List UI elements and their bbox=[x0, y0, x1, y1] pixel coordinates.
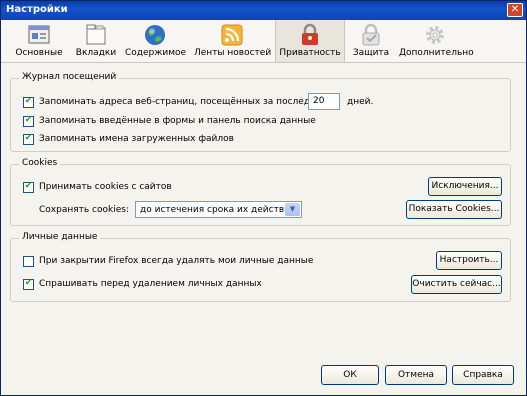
tab-advanced[interactable]: Дополнительно bbox=[399, 20, 474, 62]
days-label: дней. bbox=[347, 97, 374, 107]
remember-pages-checkbox[interactable]: ✔ bbox=[23, 96, 34, 108]
privacy-icon bbox=[302, 23, 318, 45]
history-group: Журнал посещений ✔ Запоминать адреса веб… bbox=[10, 72, 511, 152]
check-mark-icon: ✔ bbox=[24, 278, 33, 288]
tab-privacy[interactable]: Приватность bbox=[275, 20, 345, 62]
remember-forms-label: Запоминать введённые в формы и панель по… bbox=[39, 116, 316, 126]
close-button[interactable]: ✕ bbox=[507, 3, 523, 17]
cookies-legend: Cookies bbox=[19, 158, 61, 168]
tab-content[interactable]: Содержимое bbox=[125, 20, 187, 62]
remember-downloads-checkbox[interactable]: ✔ bbox=[23, 133, 34, 145]
private-data-settings-button[interactable]: Настроить... bbox=[436, 251, 502, 270]
clear-on-close-label: При закрытии Firefox всегда удалять мои … bbox=[39, 256, 314, 266]
check-mark-icon: ✔ bbox=[24, 133, 33, 143]
tab-general[interactable]: Основные bbox=[11, 20, 67, 62]
advanced-icon bbox=[426, 26, 444, 44]
remember-forms-checkbox[interactable]: ✔ bbox=[23, 115, 34, 127]
tab-advanced-label: Дополнительно bbox=[399, 48, 474, 58]
show-cookies-button[interactable]: Показать Cookies... bbox=[406, 200, 502, 219]
accept-cookies-label: Принимать cookies с сайтов bbox=[39, 182, 172, 192]
clear-on-close-checkbox[interactable] bbox=[23, 256, 34, 267]
tab-tabs-label: Вкладки bbox=[75, 48, 117, 58]
accept-cookies-checkbox[interactable]: ✔ bbox=[23, 181, 34, 193]
check-mark-icon: ✔ bbox=[24, 181, 33, 191]
keep-cookies-select[interactable]: до истечения срока их действия ▼ bbox=[135, 201, 302, 218]
tab-feeds-label: Ленты новостей bbox=[194, 48, 272, 58]
tabs-icon bbox=[86, 24, 106, 45]
settings-window: Настройки ✕ Основные Вкладки Содержимое … bbox=[0, 0, 527, 396]
settings-toolbar: Основные Вкладки Содержимое Ленты новост… bbox=[1, 20, 526, 63]
feeds-icon bbox=[221, 24, 243, 46]
content-icon bbox=[145, 25, 165, 45]
general-icon bbox=[28, 25, 50, 44]
tab-feeds[interactable]: Ленты новостей bbox=[194, 20, 272, 62]
title-bar: Настройки ✕ bbox=[1, 1, 526, 20]
help-button[interactable]: Справка bbox=[452, 365, 514, 385]
tab-security[interactable]: Защита bbox=[349, 20, 393, 62]
private-data-group: Личные данные При закрытии Firefox всегд… bbox=[10, 232, 511, 302]
tab-tabs[interactable]: Вкладки bbox=[71, 20, 121, 62]
history-days-input[interactable]: 20 bbox=[308, 93, 340, 110]
cookies-group: Cookies ✔ Принимать cookies с сайтов Иск… bbox=[10, 158, 511, 226]
remember-pages-label: Запоминать адреса веб-страниц, посещённы… bbox=[39, 97, 328, 107]
ask-before-clear-label: Спрашивать перед удалением личных данных bbox=[39, 279, 262, 289]
cookie-exceptions-button[interactable]: Исключения... bbox=[428, 177, 502, 196]
clear-now-button[interactable]: Очистить сейчас... bbox=[411, 275, 502, 294]
ok-button[interactable]: ОК bbox=[321, 365, 379, 385]
private-data-legend: Личные данные bbox=[19, 232, 101, 242]
security-icon bbox=[362, 23, 380, 46]
ask-before-clear-checkbox[interactable]: ✔ bbox=[23, 278, 34, 290]
remember-downloads-label: Запоминать имена загруженных файлов bbox=[39, 134, 234, 144]
tab-privacy-label: Приватность bbox=[279, 48, 341, 58]
check-mark-icon: ✔ bbox=[24, 96, 33, 106]
tab-content-label: Содержимое bbox=[125, 48, 187, 58]
tab-general-label: Основные bbox=[15, 48, 63, 58]
history-legend: Журнал посещений bbox=[19, 72, 120, 82]
cancel-button[interactable]: Отмена bbox=[385, 365, 447, 385]
check-mark-icon: ✔ bbox=[24, 115, 33, 125]
dropdown-arrow-icon[interactable]: ▼ bbox=[285, 203, 300, 216]
keep-cookies-label: Сохранять cookies: bbox=[39, 205, 129, 215]
tab-security-label: Защита bbox=[352, 48, 390, 58]
window-title: Настройки bbox=[6, 4, 68, 15]
keep-cookies-value: до истечения срока их действия bbox=[140, 205, 296, 215]
